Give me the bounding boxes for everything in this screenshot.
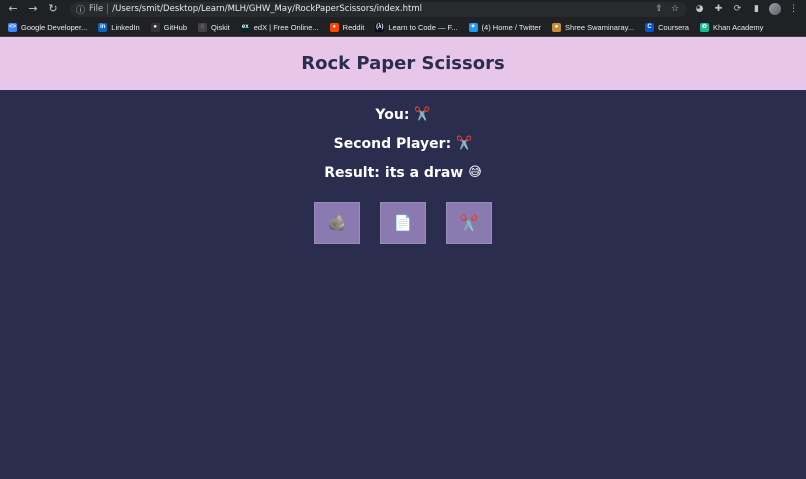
- reload-icon[interactable]: ↻: [46, 2, 60, 16]
- bookmark-label: edX | Free Online...: [253, 22, 319, 32]
- bookmark-label: Google Developer...: [21, 22, 88, 32]
- bookmark-item[interactable]: ◌ Qiskit: [198, 22, 230, 32]
- bookmark-label: Shree Swaminaray...: [565, 22, 635, 32]
- rock-button[interactable]: 🪨: [314, 202, 360, 244]
- result-label: Result:: [324, 164, 380, 181]
- menu-kebab-icon[interactable]: ⋮: [787, 3, 800, 16]
- scissors-icon: ✂️: [459, 215, 479, 232]
- info-icon[interactable]: ⓘ: [76, 3, 85, 16]
- paper-button[interactable]: 📄: [380, 202, 426, 244]
- bookmark-item[interactable]: ex edX | Free Online...: [240, 22, 319, 32]
- twitter-icon: ✦: [468, 22, 478, 32]
- bookmark-item[interactable]: ● Reddit: [329, 22, 365, 32]
- bookmark-label: Learn to Code — F...: [388, 22, 458, 32]
- bookmark-label: (4) Home / Twitter: [481, 22, 542, 32]
- sweat-smile-icon: 😅: [468, 164, 482, 180]
- result-line: Result: its a draw 😅: [324, 158, 482, 187]
- bookmark-item[interactable]: ✿ Khan Academy: [699, 22, 764, 32]
- you-line: You: ✂️: [375, 100, 430, 129]
- rock-icon: 🪨: [327, 215, 347, 232]
- github-icon: ●: [150, 22, 160, 32]
- bookmark-label: Reddit: [342, 22, 365, 32]
- bookmark-label: Coursera: [658, 22, 689, 32]
- bookmark-item[interactable]: C Coursera: [645, 22, 689, 32]
- scissors-icon: ✂️: [414, 106, 431, 122]
- bookmark-label: Qiskit: [211, 22, 230, 32]
- freecodecamp-icon: (λ): [375, 22, 385, 32]
- result-text: its a draw: [384, 164, 464, 181]
- bookmarks-bar: <> Google Developer... in LinkedIn ● GitHub ◌ Q…: [0, 18, 806, 37]
- extensions-puzzle-icon[interactable]: ✚: [712, 3, 725, 16]
- color-extension-icon[interactable]: ◕: [693, 3, 706, 16]
- profile-avatar[interactable]: [769, 3, 781, 15]
- shree-icon: ●: [552, 22, 562, 32]
- bookmark-label: Khan Academy: [712, 22, 764, 32]
- coursera-icon: C: [645, 22, 655, 32]
- url-text[interactable]: /Users/smit/Desktop/Learn/MLH/GHW_May/Ro…: [112, 4, 649, 14]
- khan-icon: ✿: [699, 22, 709, 32]
- edx-icon: ex: [240, 22, 250, 32]
- bookmark-label: GitHub: [163, 22, 187, 32]
- sync-extension-icon[interactable]: ⟳: [731, 3, 744, 16]
- bookmark-item[interactable]: (λ) Learn to Code — F...: [375, 22, 458, 32]
- scheme-label: File: [89, 4, 109, 14]
- side-panel-icon[interactable]: ▮: [750, 3, 763, 16]
- browser-toolbar: ← → ↻ ⓘ File /Users/smit/Desktop/Learn/M…: [0, 0, 806, 18]
- bookmark-label: LinkedIn: [111, 22, 140, 32]
- you-label: You:: [375, 106, 410, 123]
- qiskit-icon: ◌: [198, 22, 207, 32]
- google-dev-icon: <>: [8, 22, 17, 32]
- bookmark-item[interactable]: ● GitHub: [150, 22, 187, 32]
- second-player-line: Second Player: ✂️: [334, 129, 473, 158]
- address-bar[interactable]: ⓘ File /Users/smit/Desktop/Learn/MLH/GHW…: [70, 1, 687, 17]
- reddit-icon: ●: [329, 22, 339, 32]
- bookmark-item[interactable]: <> Google Developer...: [8, 22, 88, 32]
- game-area: You: ✂️ Second Player: ✂️ Result: its a …: [0, 90, 806, 244]
- scissors-button[interactable]: ✂️: [446, 202, 492, 244]
- forward-arrow-icon[interactable]: →: [26, 2, 40, 16]
- back-arrow-icon[interactable]: ←: [6, 2, 20, 16]
- page-title: Rock Paper Scissors: [301, 53, 505, 74]
- share-icon[interactable]: ⇧: [653, 4, 665, 14]
- bookmark-item[interactable]: ● Shree Swaminaray...: [552, 22, 635, 32]
- scissors-icon: ✂️: [456, 135, 473, 151]
- bookmark-star-icon[interactable]: ☆: [669, 4, 681, 14]
- linkedin-icon: in: [98, 22, 108, 32]
- second-player-label: Second Player:: [333, 135, 452, 152]
- bookmark-item[interactable]: ✦ (4) Home / Twitter: [468, 22, 542, 32]
- choice-buttons: 🪨 📄 ✂️: [314, 202, 492, 244]
- page-header: Rock Paper Scissors: [0, 37, 806, 90]
- paper-icon: 📄: [393, 215, 413, 232]
- bookmark-item[interactable]: in LinkedIn: [98, 22, 140, 32]
